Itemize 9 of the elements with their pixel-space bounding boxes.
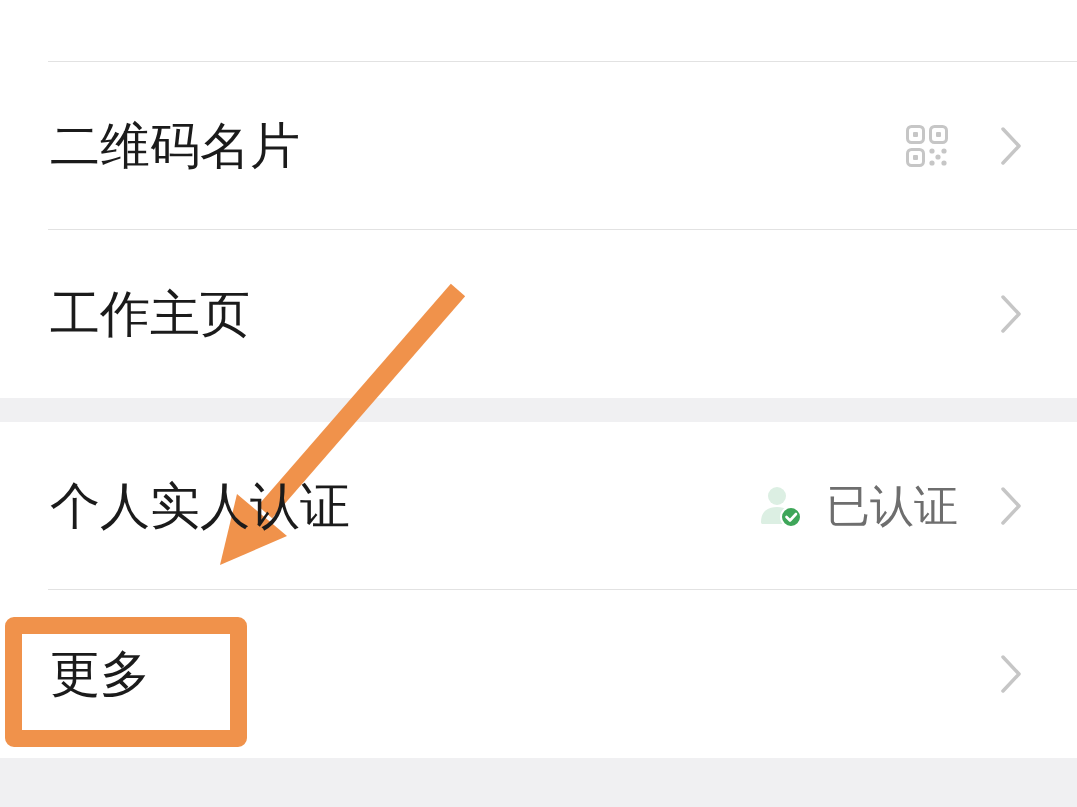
status-value: 已认证 [826,479,958,533]
chevron-icon [1000,654,1022,694]
row-label[interactable]: 工作主页 [50,284,250,344]
row-label[interactable]: 二维码名片 [50,116,300,176]
chevron-icon [1000,294,1022,334]
row-label[interactable]: 更多 [50,644,150,704]
chevron-icon [1000,486,1022,526]
chevron-icon [1000,126,1022,166]
qr-code-icon [906,125,948,167]
